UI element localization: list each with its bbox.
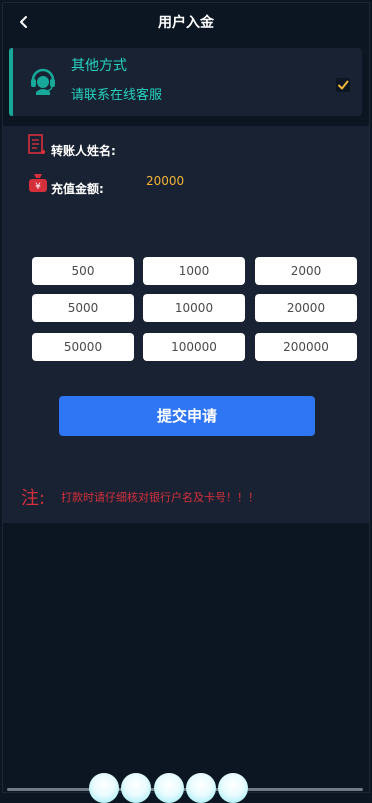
document-icon bbox=[27, 134, 47, 160]
bottom-scroll-bar bbox=[7, 788, 363, 791]
amount-option-button[interactable]: 20000 bbox=[255, 294, 357, 322]
amount-option-button[interactable]: 2000 bbox=[255, 257, 357, 285]
payment-method-checkbox[interactable] bbox=[336, 78, 350, 92]
header: 用户入金 bbox=[0, 0, 372, 40]
money-bag-icon: ¥ bbox=[27, 172, 49, 198]
note-label: 注: bbox=[21, 488, 46, 509]
submit-button[interactable]: 提交申请 bbox=[59, 396, 315, 436]
svg-text:¥: ¥ bbox=[35, 182, 41, 192]
decorative-bubble bbox=[121, 773, 151, 803]
amount-option-button[interactable]: 10000 bbox=[143, 294, 245, 322]
payment-method-subtitle: 请联系在线客服 bbox=[71, 88, 163, 103]
deposit-amount-input[interactable]: 20000 bbox=[146, 174, 184, 188]
amount-option-button[interactable]: 50000 bbox=[32, 333, 134, 361]
amount-option-button[interactable]: 500 bbox=[32, 257, 134, 285]
decorative-bubble bbox=[154, 773, 184, 803]
page-title: 用户入金 bbox=[158, 15, 214, 31]
deposit-form: 转账人姓名: ¥ 充值金额: 20000 500 1000 2000 5000 … bbox=[3, 126, 369, 523]
payment-method-title: 其他方式 bbox=[71, 58, 127, 74]
checkmark-icon bbox=[338, 80, 349, 90]
customer-service-icon bbox=[29, 66, 57, 96]
amount-option-button[interactable]: 1000 bbox=[143, 257, 245, 285]
decorative-bubble bbox=[186, 773, 216, 803]
amount-option-button[interactable]: 5000 bbox=[32, 294, 134, 322]
payment-method-option[interactable]: 其他方式 请联系在线客服 bbox=[9, 48, 362, 116]
note-text: 打款时请仔细核对银行户名及卡号！！！ bbox=[61, 491, 259, 504]
decorative-bubble bbox=[218, 773, 248, 803]
payer-name-label: 转账人姓名: bbox=[51, 144, 116, 158]
selected-accent-bar bbox=[9, 48, 13, 116]
amount-option-button[interactable]: 100000 bbox=[143, 333, 245, 361]
deposit-amount-label: 充值金额: bbox=[51, 182, 104, 196]
amount-option-button[interactable]: 200000 bbox=[255, 333, 357, 361]
decorative-bubble bbox=[89, 773, 119, 803]
